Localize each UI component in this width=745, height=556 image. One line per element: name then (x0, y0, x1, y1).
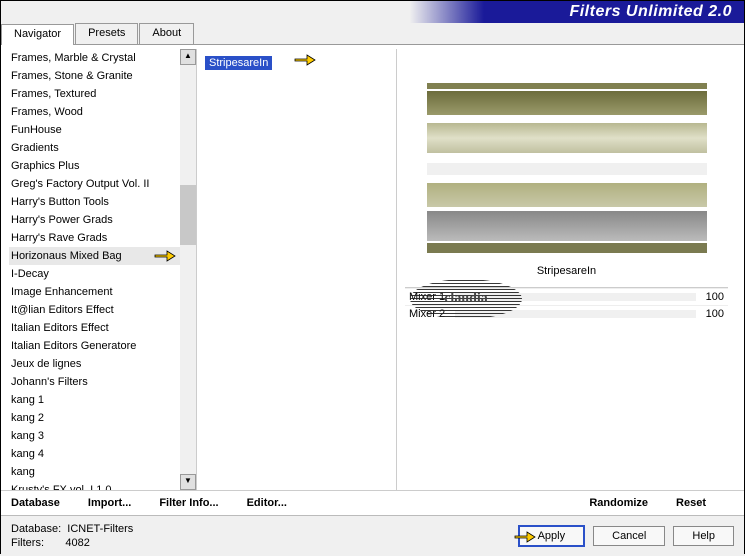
category-item[interactable]: Graphics Plus (9, 157, 180, 175)
category-item[interactable]: Italian Editors Effect (9, 319, 180, 337)
randomize-button[interactable]: Randomize (589, 497, 648, 509)
category-item[interactable]: Harry's Rave Grads (9, 229, 180, 247)
tab-row: Navigator Presets About (1, 23, 744, 45)
toolbar: Database Import... Filter Info... Editor… (1, 490, 744, 515)
slider-row[interactable]: Mixer 2 100 (405, 305, 728, 322)
category-item[interactable]: FunHouse (9, 121, 180, 139)
category-item[interactable]: Frames, Marble & Crystal (9, 49, 180, 67)
apply-button[interactable]: Apply (518, 525, 586, 547)
preview-pane: StripesareIn Mixer 1 100 Mixer 2 100 (397, 49, 736, 490)
tab-about[interactable]: About (139, 23, 194, 44)
tab-navigator[interactable]: Navigator (1, 24, 74, 45)
category-item[interactable]: Greg's Factory Output Vol. II (9, 175, 180, 193)
slider-track[interactable] (455, 310, 696, 318)
category-item[interactable]: Gradients (9, 139, 180, 157)
title-bar: Filters Unlimited 2.0 (1, 1, 744, 23)
import-button[interactable]: Import... (88, 497, 131, 509)
help-button[interactable]: Help (673, 526, 734, 546)
slider-track[interactable] (455, 293, 696, 301)
scroll-up-arrow[interactable]: ▲ (180, 49, 196, 65)
category-item[interactable]: kang 3 (9, 427, 180, 445)
filter-pane: StripesareIn (197, 49, 397, 490)
slider-row[interactable]: Mixer 1 100 (405, 288, 728, 305)
category-item[interactable]: Krusty's FX vol. I 1.0 (9, 481, 180, 490)
category-item[interactable]: Harry's Button Tools (9, 193, 180, 211)
cancel-button[interactable]: Cancel (593, 526, 665, 546)
category-item[interactable]: Harry's Power Grads (9, 211, 180, 229)
scroll-thumb[interactable] (180, 185, 196, 245)
reset-button[interactable]: Reset (676, 497, 706, 509)
editor-button[interactable]: Editor... (247, 497, 287, 509)
category-item[interactable]: Frames, Wood (9, 103, 180, 121)
slider-label: Mixer 1 (409, 291, 445, 303)
category-item[interactable]: Johann's Filters (9, 373, 180, 391)
category-item[interactable]: kang 2 (9, 409, 180, 427)
status-text: Database: ICNET-Filters Filters: 4082 (11, 522, 133, 550)
category-item[interactable]: Horizonaus Mixed Bag (9, 247, 180, 265)
category-pane: Frames, Marble & CrystalFrames, Stone & … (9, 49, 197, 490)
category-item[interactable]: Jeux de lignes (9, 355, 180, 373)
preview-image (427, 63, 707, 253)
slider-value: 100 (706, 291, 724, 303)
category-item[interactable]: kang 4 (9, 445, 180, 463)
category-list[interactable]: Frames, Marble & CrystalFrames, Stone & … (9, 49, 180, 490)
category-item[interactable]: I-Decay (9, 265, 180, 283)
slider-label: Mixer 2 (409, 308, 445, 320)
category-item[interactable]: Italian Editors Generatore (9, 337, 180, 355)
category-item[interactable]: Image Enhancement (9, 283, 180, 301)
category-item[interactable]: It@lian Editors Effect (9, 301, 180, 319)
category-item[interactable]: kang (9, 463, 180, 481)
slider-value: 100 (706, 308, 724, 320)
app-title: Filters Unlimited 2.0 (569, 3, 732, 21)
tab-presets[interactable]: Presets (75, 23, 138, 44)
scroll-down-arrow[interactable]: ▼ (180, 474, 196, 490)
preview-filter-name: StripesareIn (405, 261, 728, 281)
category-item[interactable]: Frames, Stone & Granite (9, 67, 180, 85)
selected-filter-item[interactable]: StripesareIn (205, 56, 272, 70)
category-item[interactable]: Frames, Textured (9, 85, 180, 103)
status-bar: Database: ICNET-Filters Filters: 4082 Ap… (1, 515, 744, 556)
filter-info-button[interactable]: Filter Info... (159, 497, 218, 509)
vertical-scrollbar[interactable]: ▲ ▼ (180, 49, 196, 490)
category-item[interactable]: kang 1 (9, 391, 180, 409)
database-button[interactable]: Database (11, 497, 60, 509)
